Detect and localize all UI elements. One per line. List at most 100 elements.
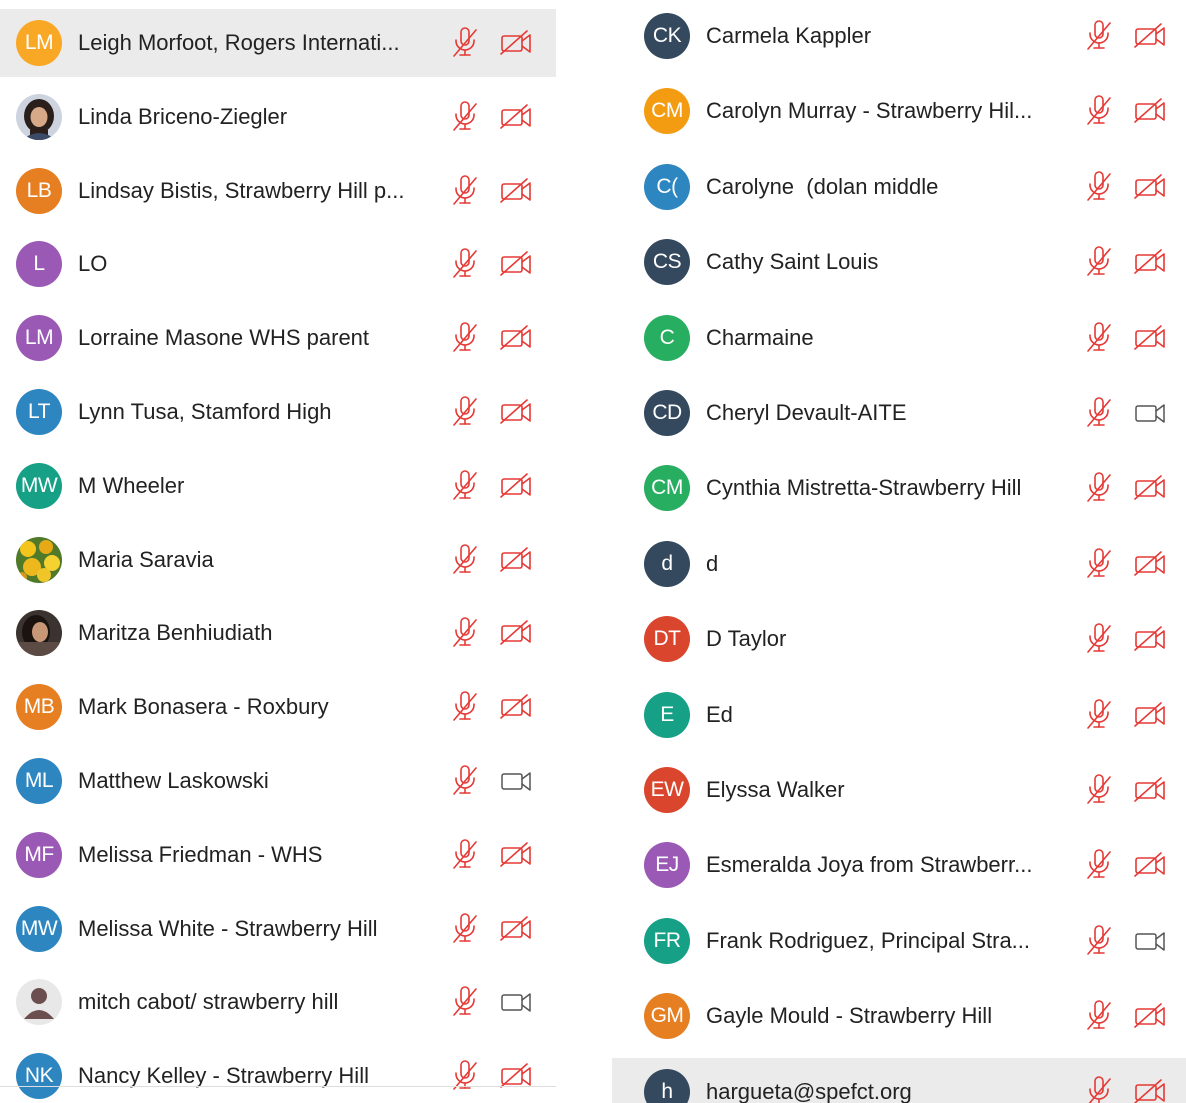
participant-name: Mark Bonasera - Roxbury bbox=[78, 694, 329, 720]
participant-name: Frank Rodriguez, Principal Stra... bbox=[706, 927, 1031, 953]
participant-row-mitch-cabot-strawberry-hill[interactable]: mitch cabot/ strawberry hill bbox=[0, 968, 556, 1036]
participant-row-maritza-benhiudiath[interactable]: Maritza Benhiudiath bbox=[0, 599, 556, 667]
video-camera-off-icon[interactable] bbox=[1114, 23, 1166, 49]
video-camera-icon[interactable] bbox=[1114, 400, 1166, 426]
microphone-muted-icon[interactable] bbox=[450, 470, 480, 502]
participant-row-cynthia-mistretta-strawberry-hill[interactable]: CM Cynthia Mistretta-Strawberry Hill bbox=[612, 454, 1186, 522]
video-camera-off-icon[interactable] bbox=[1114, 626, 1166, 652]
avatar: NK bbox=[16, 1053, 62, 1100]
participant-status-icons bbox=[450, 470, 532, 502]
video-camera-off-icon[interactable] bbox=[1114, 550, 1166, 577]
microphone-muted-icon[interactable] bbox=[1084, 774, 1114, 806]
participant-row-linda-briceno-ziegler[interactable]: Linda Briceno-Ziegler bbox=[0, 83, 556, 151]
microphone-muted-icon[interactable] bbox=[450, 839, 480, 871]
participant-name: Matthew Laskowski bbox=[78, 768, 269, 793]
video-camera-icon[interactable] bbox=[1114, 928, 1166, 954]
microphone-muted-icon[interactable] bbox=[1084, 20, 1114, 52]
video-camera-off-icon[interactable] bbox=[1114, 475, 1166, 501]
participant-row-frank-rodriguez-principal-stra[interactable]: FR Frank Rodriguez, Principal Stra... bbox=[612, 907, 1186, 975]
microphone-muted-icon[interactable] bbox=[450, 396, 480, 428]
microphone-muted-icon[interactable] bbox=[450, 617, 480, 649]
video-camera-off-icon[interactable] bbox=[480, 841, 532, 868]
participant-row-nancy-kelley-strawberry-hill[interactable]: NK Nancy Kelley - Strawberry Hill bbox=[0, 1042, 556, 1103]
microphone-muted-icon[interactable] bbox=[450, 986, 480, 1018]
video-camera-off-icon[interactable] bbox=[480, 399, 532, 425]
participant-row-d-taylor[interactable]: DT D Taylor bbox=[612, 605, 1186, 673]
participant-row-esmeralda-joya-from-strawberr[interactable]: EJ Esmeralda Joya from Strawberr... bbox=[612, 831, 1186, 899]
video-camera-off-icon[interactable] bbox=[1114, 1003, 1166, 1029]
microphone-muted-icon[interactable] bbox=[450, 174, 480, 207]
video-camera-off-icon[interactable] bbox=[1114, 852, 1166, 878]
participant-row-lo[interactable]: L LO bbox=[0, 230, 556, 298]
participant-status-icons bbox=[450, 986, 532, 1018]
microphone-muted-icon[interactable] bbox=[1084, 925, 1114, 957]
microphone-muted-icon[interactable] bbox=[1084, 849, 1114, 881]
video-camera-off-icon[interactable] bbox=[480, 620, 532, 646]
video-camera-off-icon[interactable] bbox=[480, 177, 532, 204]
video-camera-off-icon[interactable] bbox=[480, 694, 532, 720]
microphone-muted-icon[interactable] bbox=[450, 101, 480, 133]
microphone-muted-icon[interactable] bbox=[1084, 321, 1114, 354]
video-camera-off-icon[interactable] bbox=[1114, 324, 1166, 351]
participant-row-lynn-tusa-stamford-high[interactable]: LT Lynn Tusa, Stamford High bbox=[0, 378, 556, 446]
microphone-muted-icon[interactable] bbox=[1084, 1075, 1114, 1103]
participant-status-icons bbox=[450, 322, 532, 354]
participant-row-elyssa-walker[interactable]: EW Elyssa Walker bbox=[612, 756, 1186, 824]
participant-row-m-wheeler[interactable]: MW M Wheeler bbox=[0, 452, 556, 520]
participant-row-mark-bonasera-roxbury[interactable]: MB Mark Bonasera - Roxbury bbox=[0, 673, 556, 741]
microphone-muted-icon[interactable] bbox=[1084, 472, 1114, 504]
participant-row-cheryl-devault-aite[interactable]: CD Cheryl Devault-AITE bbox=[612, 379, 1186, 447]
participant-row-hargueta-spefct-org[interactable]: h hargueta@spefct.org bbox=[612, 1057, 1186, 1103]
participant-row-carolyne-dolan-middle[interactable]: C(Carolyne (dolan middle bbox=[612, 153, 1186, 221]
participant-row-carmela-kappler[interactable]: CK Carmela Kappler bbox=[612, 2, 1186, 70]
microphone-muted-icon[interactable] bbox=[450, 1060, 480, 1092]
participant-row-ed[interactable]: E Ed bbox=[612, 681, 1186, 749]
video-camera-off-icon[interactable] bbox=[1114, 701, 1166, 728]
microphone-muted-icon[interactable] bbox=[1084, 623, 1114, 655]
video-camera-icon[interactable] bbox=[480, 989, 532, 1015]
microphone-muted-icon[interactable] bbox=[450, 543, 480, 576]
participant-status-icons bbox=[450, 617, 532, 649]
microphone-muted-icon[interactable] bbox=[1084, 1000, 1114, 1032]
video-camera-off-icon[interactable] bbox=[480, 325, 532, 351]
participant-row-maria-saravia[interactable]: Maria Saravia bbox=[0, 526, 556, 594]
video-camera-off-icon[interactable] bbox=[480, 30, 532, 56]
microphone-muted-icon[interactable] bbox=[450, 248, 480, 280]
microphone-muted-icon[interactable] bbox=[1084, 698, 1114, 731]
participant-row-charmaine[interactable]: C Charmaine bbox=[612, 304, 1186, 372]
participant-row-melissa-white-strawberry-hill[interactable]: MW Melissa White - Strawberry Hill bbox=[0, 895, 556, 963]
participant-row-melissa-friedman-whs[interactable]: MF Melissa Friedman - WHS bbox=[0, 821, 556, 889]
video-camera-off-icon[interactable] bbox=[480, 472, 532, 499]
participant-row-leigh-morfoot-rogers-internati[interactable]: LM Leigh Morfoot, Rogers Internati... bbox=[0, 9, 556, 77]
video-camera-off-icon[interactable] bbox=[480, 103, 532, 130]
microphone-muted-icon[interactable] bbox=[1084, 548, 1114, 580]
participant-row-cathy-saint-louis[interactable]: CS Cathy Saint Louis bbox=[612, 228, 1186, 296]
participant-row-lorraine-masone-whs-parent[interactable]: LM Lorraine Masone WHS parent bbox=[0, 304, 556, 372]
participant-row-gayle-mould-strawberry-hill[interactable]: GM Gayle Mould - Strawberry Hill bbox=[612, 982, 1186, 1050]
microphone-muted-icon[interactable] bbox=[1084, 397, 1114, 429]
video-camera-off-icon[interactable] bbox=[480, 915, 532, 942]
video-camera-off-icon[interactable] bbox=[1114, 777, 1166, 803]
video-camera-off-icon[interactable] bbox=[480, 546, 532, 573]
video-camera-off-icon[interactable] bbox=[480, 251, 532, 277]
video-camera-icon[interactable] bbox=[480, 768, 532, 794]
microphone-muted-icon[interactable] bbox=[450, 27, 480, 59]
participant-row-d[interactable]: dd bbox=[612, 530, 1186, 598]
microphone-muted-icon[interactable] bbox=[450, 691, 480, 723]
participant-row-matthew-laskowski[interactable]: ML Matthew Laskowski bbox=[0, 747, 556, 815]
participant-list-left: LM Leigh Morfoot, Rogers Internati... Lind… bbox=[0, 0, 556, 1103]
microphone-muted-icon[interactable] bbox=[1084, 246, 1114, 278]
participant-row-lindsay-bistis-strawberry-hill-p[interactable]: LB Lindsay Bistis, Strawberry Hill p... bbox=[0, 157, 556, 225]
video-camera-off-icon[interactable] bbox=[1114, 98, 1166, 124]
avatar: ML bbox=[16, 758, 62, 804]
avatar-photo bbox=[16, 93, 62, 140]
participant-row-carolyn-murray-strawberry-hil[interactable]: CM Carolyn Murray - Strawberry Hil... bbox=[612, 77, 1186, 145]
microphone-muted-icon[interactable] bbox=[450, 765, 480, 797]
video-camera-off-icon[interactable] bbox=[1114, 249, 1166, 275]
video-camera-off-icon[interactable] bbox=[1114, 1078, 1166, 1103]
microphone-muted-icon[interactable] bbox=[1084, 171, 1114, 203]
microphone-muted-icon[interactable] bbox=[1084, 95, 1114, 127]
video-camera-off-icon[interactable] bbox=[1114, 173, 1166, 200]
microphone-muted-icon[interactable] bbox=[450, 912, 480, 945]
microphone-muted-icon[interactable] bbox=[450, 322, 480, 354]
